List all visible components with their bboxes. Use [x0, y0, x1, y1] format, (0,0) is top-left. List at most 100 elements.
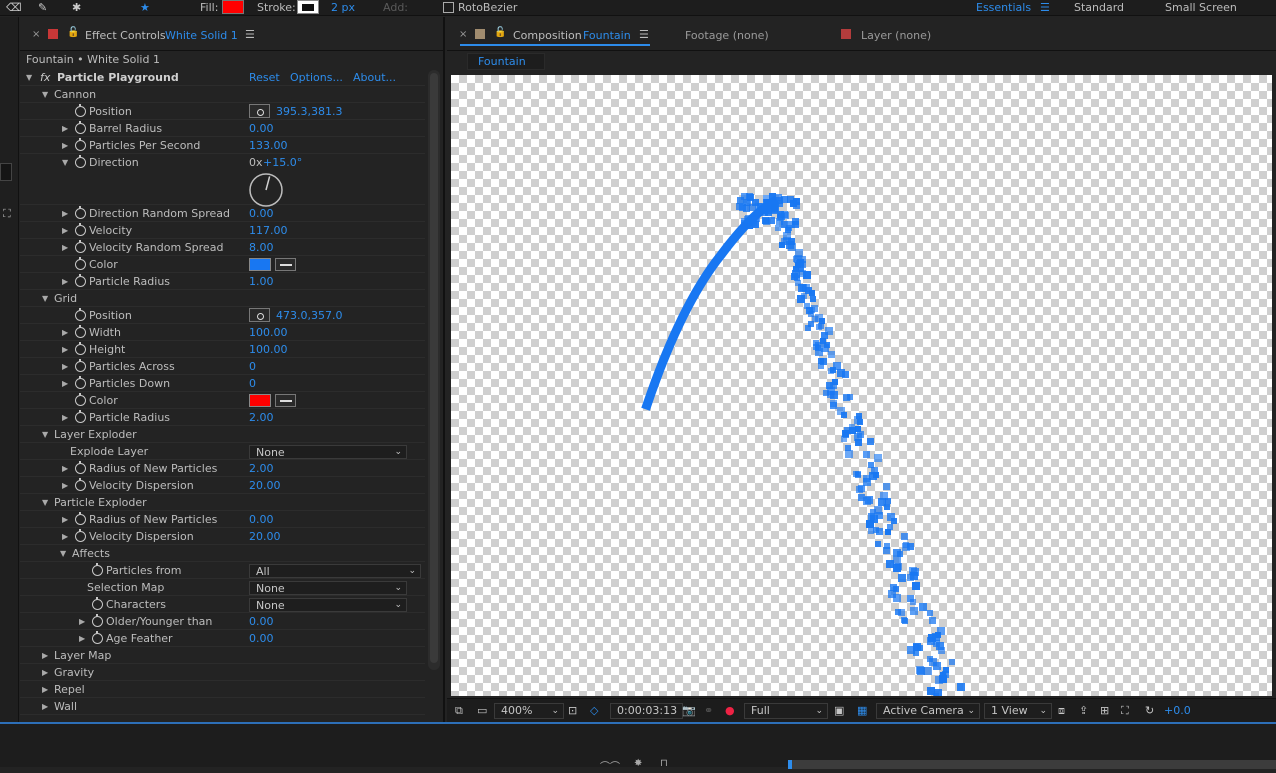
property-dropdown[interactable]: None ⌄ [249, 581, 407, 595]
twirl-closed-icon[interactable]: ▶ [62, 137, 68, 154]
property-value[interactable]: 2.00 [249, 409, 274, 426]
lock-icon[interactable]: 🔓 [67, 27, 79, 38]
stopwatch-icon[interactable] [75, 325, 86, 338]
twirl-open-icon[interactable]: ▼ [62, 154, 68, 171]
composition-viewer[interactable] [451, 75, 1272, 696]
workspace-small-screen[interactable]: Small Screen [1165, 0, 1237, 15]
stopwatch-icon[interactable] [75, 393, 86, 406]
stopwatch-icon[interactable] [75, 376, 86, 389]
panel-menu-icon[interactable]: ☰ [245, 28, 255, 41]
workspace-essentials[interactable]: Essentials [976, 0, 1031, 15]
stopwatch-icon[interactable] [92, 614, 103, 627]
twirl-closed-icon[interactable]: ▶ [42, 664, 48, 681]
color-swatch[interactable] [249, 394, 271, 407]
close-tab-icon[interactable]: × [32, 29, 40, 40]
stopwatch-icon[interactable] [75, 121, 86, 134]
show-snapshot-icon[interactable]: ⚭ [704, 699, 713, 723]
layer-tab[interactable]: Layer (none) [861, 29, 931, 42]
revolutions-value[interactable]: 0x [249, 154, 263, 171]
reset-exposure-icon[interactable]: ↻ [1145, 699, 1154, 723]
channel-rgb-icon[interactable]: ● [725, 699, 735, 723]
stopwatch-icon[interactable] [75, 223, 86, 236]
twirl-open-icon[interactable]: ▼ [42, 86, 48, 103]
effect-controls-tab-title[interactable]: Effect Controls [85, 29, 166, 42]
twirl-closed-icon[interactable]: ▶ [62, 205, 68, 222]
roto-brush-tool-icon[interactable]: ✎ [38, 0, 47, 15]
twirl-closed-icon[interactable]: ▶ [62, 222, 68, 239]
eyedropper-icon[interactable] [275, 258, 296, 271]
eyedropper-icon[interactable] [275, 394, 296, 407]
camera-dropdown[interactable]: Active Camera ⌄ [876, 703, 980, 719]
stopwatch-icon[interactable] [75, 104, 86, 117]
footage-tab[interactable]: Footage (none) [685, 29, 769, 42]
resolution-dropdown[interactable]: Full ⌄ [744, 703, 828, 719]
snapshot-camera-icon[interactable]: 📷 [682, 699, 696, 723]
workspace-menu-icon[interactable]: ☰ [1040, 0, 1050, 15]
property-value[interactable]: 0.00 [249, 613, 274, 630]
property-value[interactable]: 1.00 [249, 273, 274, 290]
reset-link[interactable]: Reset [249, 69, 280, 86]
property-value[interactable]: 0 [249, 358, 256, 375]
star-tool-icon[interactable]: ★ [140, 0, 150, 15]
twirl-closed-icon[interactable]: ▶ [62, 341, 68, 358]
twirl-open-icon[interactable]: ▼ [60, 545, 66, 562]
twirl-closed-icon[interactable]: ▶ [62, 120, 68, 137]
stopwatch-icon[interactable] [75, 478, 86, 491]
twirl-closed-icon[interactable]: ▶ [62, 409, 68, 426]
twirl-open-icon[interactable]: ▼ [42, 426, 48, 443]
monitor-icon[interactable]: ▭ [477, 699, 487, 723]
timeline-icon[interactable]: ⊞ [1100, 699, 1109, 723]
sparkle-icon[interactable]: ✸ [634, 758, 642, 769]
position-value[interactable]: 395.3,381.3 [276, 103, 342, 120]
twirl-open-icon[interactable]: ▼ [42, 494, 48, 511]
twirl-closed-icon[interactable]: ▶ [62, 324, 68, 341]
property-value[interactable]: 0.00 [249, 120, 274, 137]
position-value[interactable]: 473.0,357.0 [276, 307, 342, 324]
stopwatch-icon[interactable] [75, 274, 86, 287]
twirl-closed-icon[interactable]: ▶ [42, 698, 48, 715]
zoom-dropdown[interactable]: 400% ⌄ [494, 703, 564, 719]
crosshair-icon[interactable] [249, 104, 270, 118]
degrees-value[interactable]: +15.0° [263, 154, 302, 171]
stopwatch-icon[interactable] [75, 257, 86, 270]
stopwatch-icon[interactable] [92, 597, 103, 610]
region-of-interest-icon[interactable]: ▣ [834, 699, 844, 723]
property-value[interactable]: 0.00 [249, 630, 274, 647]
property-value[interactable]: 117.00 [249, 222, 288, 239]
layer-switch-icon[interactable]: ⊓ [660, 758, 668, 769]
effect-controls-tab-layer[interactable]: White Solid 1 [165, 29, 238, 42]
stopwatch-icon[interactable] [75, 410, 86, 423]
about-link[interactable]: About... [353, 69, 396, 86]
property-value[interactable]: 20.00 [249, 477, 281, 494]
collapsed-panel-tab[interactable] [0, 163, 12, 181]
stopwatch-icon[interactable] [75, 359, 86, 372]
rotobezier-checkbox[interactable] [443, 2, 454, 13]
flowchart-view-icon[interactable]: ⛶ [1121, 699, 1129, 723]
close-comp-tab-icon[interactable]: × [459, 29, 467, 40]
composition-tab-title[interactable]: Composition [513, 29, 582, 42]
property-dropdown[interactable]: None ⌄ [249, 598, 407, 612]
time-navigator-bar[interactable] [788, 760, 1276, 769]
twirl-closed-icon[interactable]: ▶ [62, 460, 68, 477]
effect-controls-scroll-thumb[interactable] [430, 73, 438, 663]
property-value[interactable]: 0.00 [249, 205, 274, 222]
twirl-closed-icon[interactable]: ▶ [79, 613, 85, 630]
twirl-closed-icon[interactable]: ▶ [62, 477, 68, 494]
comp-navigator-fountain[interactable]: Fountain [467, 53, 545, 70]
composition-tab-name[interactable]: Fountain [583, 29, 631, 42]
fx-icon[interactable]: fx [40, 69, 50, 86]
property-dropdown[interactable]: None ⌄ [249, 445, 407, 459]
direction-angle-dial[interactable] [248, 172, 284, 208]
effect-twirl-icon[interactable]: ▼ [26, 69, 32, 86]
property-dropdown[interactable]: All ⌄ [249, 564, 421, 578]
twirl-closed-icon[interactable]: ▶ [62, 511, 68, 528]
twirl-closed-icon[interactable]: ▶ [62, 273, 68, 290]
stroke-width[interactable]: 2 px [331, 0, 355, 15]
flowchart-icon[interactable]: ⛶ [3, 207, 11, 221]
twirl-closed-icon[interactable]: ▶ [42, 681, 48, 698]
current-time-field[interactable]: 0:00:03:13 [610, 703, 683, 719]
property-value[interactable]: 133.00 [249, 137, 288, 154]
twirl-closed-icon[interactable]: ▶ [62, 358, 68, 375]
twirl-open-icon[interactable]: ▼ [42, 290, 48, 307]
exposure-value[interactable]: +0.0 [1164, 699, 1191, 723]
